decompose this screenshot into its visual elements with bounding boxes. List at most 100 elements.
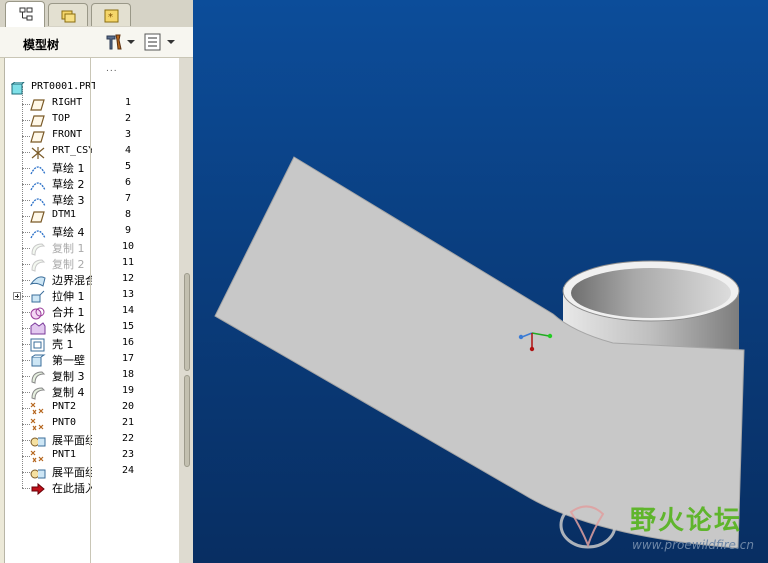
tree-item-number: 12 bbox=[121, 273, 135, 284]
tree-item-number: 24 bbox=[121, 465, 135, 476]
tree-connector bbox=[22, 296, 30, 297]
tree-item[interactable]: 展平面组 24 bbox=[5, 464, 179, 480]
tree-item-number: 5 bbox=[124, 161, 132, 172]
tree-item-number: 7 bbox=[124, 193, 132, 204]
tree-item-number: 9 bbox=[124, 225, 132, 236]
datum-plane-icon bbox=[30, 97, 46, 111]
tree-connector bbox=[22, 472, 30, 473]
tree-connector bbox=[22, 184, 30, 185]
tree-item[interactable]: TOP 2 bbox=[5, 112, 179, 128]
tree-item[interactable]: 在此插入 bbox=[5, 480, 179, 496]
tree-item-label: 复制 1 bbox=[52, 242, 85, 255]
tree-item[interactable]: 复制 4 19 bbox=[5, 384, 179, 400]
tree-item-number: 18 bbox=[121, 369, 135, 380]
datum-plane-icon bbox=[30, 209, 46, 223]
tree-item-number: 3 bbox=[124, 129, 132, 140]
tree-item[interactable]: 草绘 4 9 bbox=[5, 224, 179, 240]
tree-item[interactable]: PNT2 20 bbox=[5, 400, 179, 416]
merge-icon bbox=[30, 305, 46, 320]
tree-item-number: 13 bbox=[121, 289, 135, 300]
tree-item[interactable]: RIGHT 1 bbox=[5, 96, 179, 112]
tools-icon bbox=[106, 34, 122, 50]
sketch-icon bbox=[30, 225, 46, 239]
tree-item[interactable]: 复制 1 10 bbox=[5, 240, 179, 256]
tree-item-label: TOP bbox=[52, 113, 71, 124]
tree-item-label: PRT_CSYS_DEF bbox=[52, 145, 92, 156]
tree-connector bbox=[22, 312, 30, 313]
tree-connector bbox=[22, 360, 30, 361]
tab-favorites[interactable]: * bbox=[91, 3, 131, 26]
tree-item-label: 合并 1 bbox=[52, 306, 85, 319]
graphics-viewport[interactable]: 野火论坛 www.proewildfire.cn bbox=[193, 0, 768, 563]
tree-item-number: 4 bbox=[124, 145, 132, 156]
sketch-icon bbox=[30, 177, 46, 191]
tree-item-label: RIGHT bbox=[52, 97, 83, 108]
tree-item[interactable]: 展平面组 22 bbox=[5, 432, 179, 448]
list-view-icon bbox=[144, 33, 161, 51]
tree-item[interactable]: 壳 1 16 bbox=[5, 336, 179, 352]
tree-connector bbox=[22, 136, 30, 137]
first-wall-icon bbox=[30, 353, 46, 367]
tree-item[interactable]: 合并 1 14 bbox=[5, 304, 179, 320]
tree-item[interactable]: 草绘 1 5 bbox=[5, 160, 179, 176]
tree-item[interactable]: PNT0 21 bbox=[5, 416, 179, 432]
tree-item-number: 1 bbox=[124, 97, 132, 108]
datum-plane-icon bbox=[30, 129, 46, 143]
tree-item-number: 17 bbox=[121, 353, 135, 364]
tree-connector bbox=[22, 408, 30, 409]
tree-item[interactable]: DTM1 8 bbox=[5, 208, 179, 224]
tree-connector bbox=[22, 344, 30, 345]
sketch-icon bbox=[30, 161, 46, 175]
part-icon bbox=[10, 81, 27, 95]
tree-item-number: 2 bbox=[124, 113, 132, 124]
splitter-grip-lower[interactable] bbox=[184, 375, 190, 467]
tree-item-label: 拉伸 1 bbox=[52, 290, 85, 303]
copy-surface-icon bbox=[30, 257, 46, 272]
watermark-title: 野火论坛 bbox=[630, 506, 743, 536]
tree-item[interactable]: 实体化 15 bbox=[5, 320, 179, 336]
tab-folder-browser[interactable] bbox=[48, 3, 88, 26]
expand-toggle-icon[interactable] bbox=[13, 292, 21, 300]
datum-plane-icon bbox=[30, 113, 46, 127]
tree-item-label: 草绘 1 bbox=[52, 162, 85, 175]
model-tree-icon bbox=[19, 7, 33, 21]
tree-item-label: PNT0 bbox=[52, 417, 77, 428]
tree-item[interactable]: 草绘 3 7 bbox=[5, 192, 179, 208]
tab-model-tree[interactable] bbox=[5, 1, 45, 27]
tree-item[interactable]: 拉伸 1 13 bbox=[5, 288, 179, 304]
tree-root[interactable]: PRT0001.PRT bbox=[5, 80, 179, 96]
column-divider[interactable] bbox=[90, 58, 91, 563]
tree-item[interactable]: 复制 3 18 bbox=[5, 368, 179, 384]
tree-item[interactable]: 草绘 2 6 bbox=[5, 176, 179, 192]
tree-item-label: 第一壁 bbox=[52, 354, 85, 367]
sketch-icon bbox=[30, 193, 46, 207]
tree-item[interactable]: 第一壁 17 bbox=[5, 352, 179, 368]
flatten-quilt-icon bbox=[30, 433, 46, 447]
watermark-url: www.proewildfire.cn bbox=[632, 538, 754, 552]
tree-item-label: 复制 3 bbox=[52, 370, 85, 383]
favorites-icon: * bbox=[104, 9, 119, 23]
panel-splitter[interactable] bbox=[179, 58, 193, 563]
root-part-name: PRT0001.PRT bbox=[31, 81, 95, 92]
tree-item[interactable]: 复制 2 11 bbox=[5, 256, 179, 272]
datum-point-icon bbox=[30, 401, 46, 415]
tree-item[interactable]: 边界混合 12 bbox=[5, 272, 179, 288]
tree-item-label: PNT2 bbox=[52, 401, 77, 412]
tree-item[interactable]: PNT1 23 bbox=[5, 448, 179, 464]
tree-connector bbox=[22, 280, 30, 281]
chevron-down-icon bbox=[167, 40, 175, 44]
tree-item[interactable]: PRT_CSYS_DEF 4 bbox=[5, 144, 179, 160]
tree-item-label: 壳 1 bbox=[52, 338, 74, 351]
tree-connector bbox=[22, 328, 30, 329]
tree-item-number: 21 bbox=[121, 417, 135, 428]
tree-item-label: 草绘 2 bbox=[52, 178, 85, 191]
show-options-button[interactable] bbox=[144, 32, 176, 52]
tree-settings-button[interactable] bbox=[104, 32, 136, 52]
splitter-grip-upper[interactable] bbox=[184, 273, 190, 371]
tree-item-number: 15 bbox=[121, 321, 135, 332]
tree-item-number: 11 bbox=[121, 257, 135, 268]
svg-text:*: * bbox=[108, 12, 113, 23]
tree-item[interactable]: FRONT 3 bbox=[5, 128, 179, 144]
copy-surface-icon bbox=[30, 369, 46, 384]
datum-point-icon bbox=[30, 417, 46, 431]
